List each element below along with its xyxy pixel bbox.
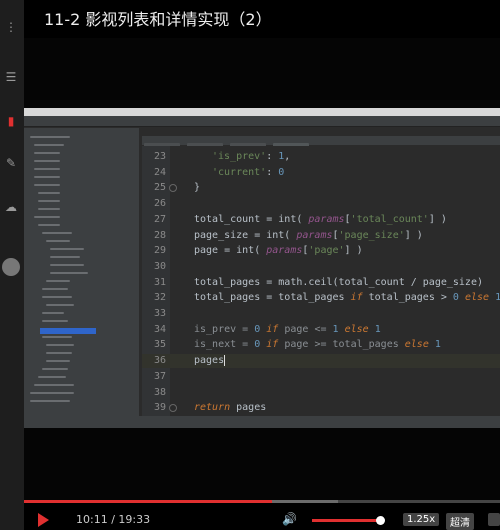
line-number: 33	[153, 308, 166, 319]
menu-icon[interactable]: ☰	[4, 70, 18, 84]
line-number: 28	[153, 229, 166, 241]
time-separator: /	[107, 513, 119, 526]
code-text: pages	[194, 354, 226, 367]
code-line[interactable]: 23 'is_prev': 1,	[142, 150, 500, 164]
line-number: 25	[153, 182, 166, 194]
code-line[interactable]: 37	[142, 370, 500, 384]
code-text: is_next = 0 if page >= total_pages else …	[194, 339, 441, 351]
code-text: total_pages = total_pages if total_pages…	[194, 292, 500, 304]
code-text: page = int( params['page'] )	[194, 245, 363, 257]
pen-icon[interactable]: ✎	[4, 156, 18, 170]
code-text: total_count = int( params['total_count']…	[194, 213, 447, 225]
code-line[interactable]: 32 total_pages = total_pages if total_pag…	[142, 291, 500, 305]
fullscreen-button[interactable]	[488, 513, 500, 526]
player-controls: 10:11 / 19:33 🔊 1.25x 超清	[24, 508, 500, 530]
code-line[interactable]: 34 is_prev = 0 if page <= 1 else 1	[142, 323, 500, 337]
ide-menubar	[24, 108, 500, 116]
quality-button[interactable]: 超清	[446, 513, 474, 530]
fold-marker-icon[interactable]	[169, 404, 177, 413]
progress-played	[24, 500, 272, 503]
line-number: 30	[153, 260, 166, 272]
ide-toolbar	[24, 116, 500, 127]
code-text: is_prev = 0 if page <= 1 else 1	[194, 323, 381, 335]
volume-fill	[312, 519, 381, 522]
video-title: 11-2 影视列表和详情实现（2）	[44, 10, 272, 29]
code-text: }	[194, 182, 201, 194]
line-number: 34	[153, 323, 166, 335]
code-editor[interactable]: 23 'is_prev': 1, 24 'current': 0 25} 26 27 tota…	[142, 146, 500, 416]
line-number: 29	[153, 245, 166, 257]
tree-selected-item[interactable]	[40, 328, 96, 334]
code-line[interactable]: 38	[142, 386, 500, 400]
line-number: 39	[153, 402, 166, 414]
code-line[interactable]: 28 page_size = int( params['page_size'] )	[142, 229, 500, 243]
line-number: 24	[153, 166, 166, 178]
code-line[interactable]: 33	[142, 307, 500, 321]
time-display: 10:11 / 19:33	[76, 513, 150, 526]
code-line[interactable]: 30	[142, 260, 500, 274]
code-line[interactable]: 24 'current': 0	[142, 166, 500, 180]
speed-button[interactable]: 1.25x	[403, 513, 440, 526]
code-line[interactable]: 36 pages	[142, 354, 500, 369]
line-number: 36	[153, 355, 166, 367]
line-number: 23	[153, 151, 166, 162]
ide-statusbar	[24, 416, 500, 428]
code-text: page_size = int( params['page_size'] )	[194, 229, 423, 241]
code-text: 'is_prev': 1,	[212, 151, 291, 162]
play-icon[interactable]	[38, 513, 49, 527]
code-text: return pages	[194, 402, 267, 414]
code-line[interactable]: 35 is_next = 0 if page >= total_pages els…	[142, 338, 500, 352]
duration: 19:33	[118, 513, 151, 526]
volume-icon[interactable]: 🔊	[282, 512, 297, 526]
line-number: 35	[153, 339, 166, 351]
project-panel	[24, 128, 139, 420]
code-line[interactable]: 26	[142, 197, 500, 211]
text-cursor	[224, 354, 226, 366]
editor-tabs	[142, 136, 500, 151]
code-line[interactable]: 31 total_pages = math.ceil(total_count / …	[142, 276, 500, 290]
code-line[interactable]: 25}	[142, 181, 500, 195]
volume-knob[interactable]	[376, 516, 386, 525]
line-number: 31	[153, 276, 166, 288]
ide-screenshot: 23 'is_prev': 1, 24 'current': 0 25} 26 27 tota…	[24, 108, 500, 428]
line-number: 27	[153, 213, 166, 225]
progress-bar[interactable]	[24, 500, 500, 503]
line-number: 26	[153, 198, 166, 210]
code-line[interactable]: 39 return pages	[142, 401, 500, 415]
line-number: 37	[153, 370, 166, 382]
code-text: 'current': 0	[212, 166, 285, 178]
code-line[interactable]: 29 page = int( params['page'] )	[142, 244, 500, 258]
fold-marker-icon[interactable]	[169, 184, 177, 193]
avatar[interactable]	[2, 258, 20, 276]
more-icon[interactable]: ⋮	[4, 20, 18, 34]
current-time: 10:11	[76, 513, 108, 526]
volume-slider[interactable]	[312, 516, 386, 525]
cloud-icon[interactable]: ☁	[4, 200, 18, 214]
line-number: 38	[153, 386, 166, 398]
code-text: total_pages = math.ceil(total_count / pa…	[194, 276, 483, 288]
code-line[interactable]: 27 total_count = int( params['total_count…	[142, 213, 500, 227]
line-number: 32	[153, 292, 166, 304]
left-rail: ⋮ ☰ ▮ ✎ ☁	[0, 0, 24, 530]
bookmark-icon[interactable]: ▮	[4, 114, 18, 128]
